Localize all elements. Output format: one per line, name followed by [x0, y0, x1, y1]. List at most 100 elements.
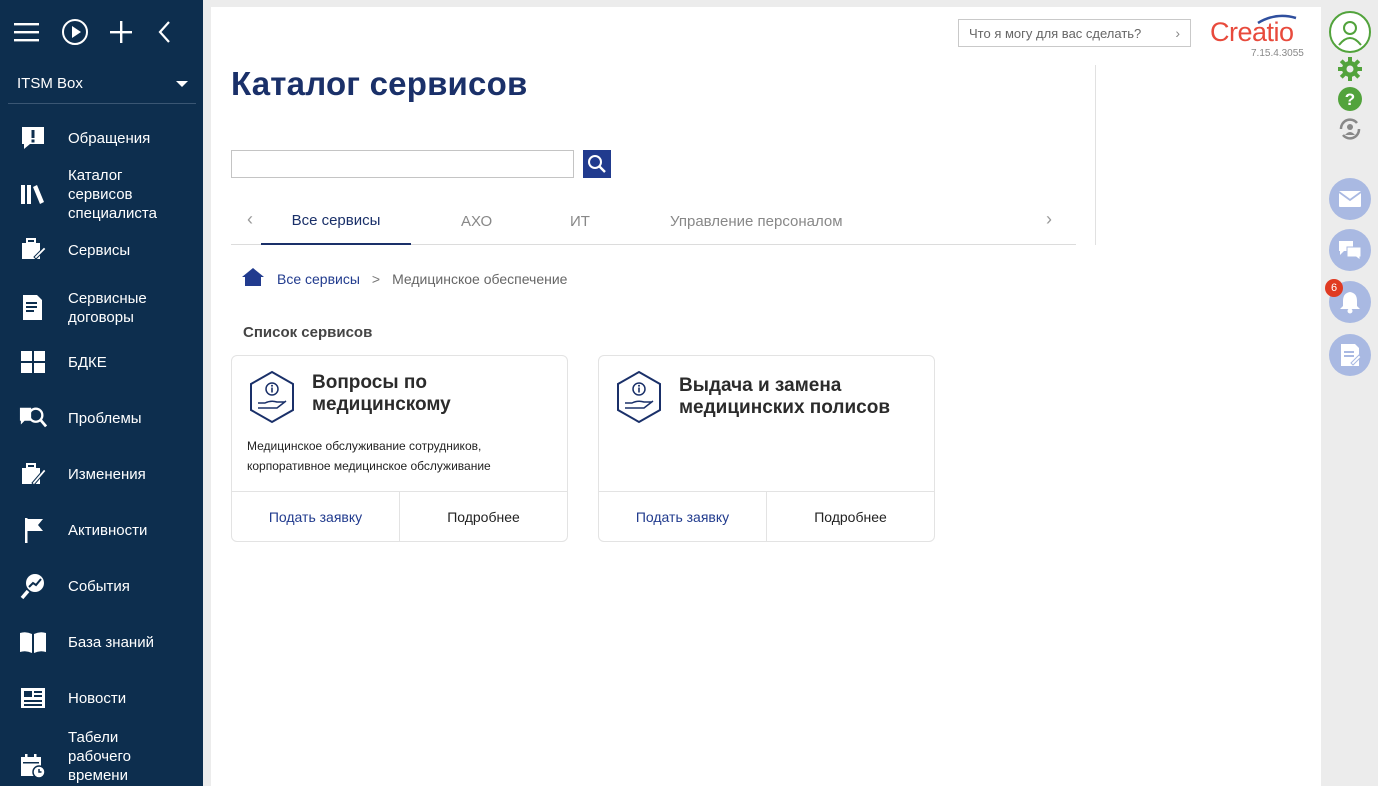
tab-it[interactable]: ИТ: [570, 197, 590, 245]
nav-item-events[interactable]: События: [0, 568, 203, 604]
command-line[interactable]: Что я могу для вас сделать? ›: [958, 19, 1191, 47]
bell-icon: [1340, 292, 1360, 314]
feed-button[interactable]: [1329, 334, 1371, 376]
workspace-label: ITSM Box: [17, 75, 83, 92]
tab-label: ИТ: [570, 212, 590, 230]
version-label: 7.15.4.3055: [1251, 48, 1304, 59]
nav-item-label: Изменения: [68, 465, 146, 483]
breadcrumb-current: Медицинское обеспечение: [392, 270, 568, 287]
flag-icon: [19, 516, 47, 544]
cmdb-icon: [19, 348, 47, 376]
nav-item-label: Новости: [68, 689, 127, 707]
nav-topbar: [0, 0, 203, 64]
tab-label: АХО: [461, 212, 493, 230]
service-icon: [19, 236, 47, 264]
nav-item-problems[interactable]: Проблемы: [0, 400, 203, 436]
nav-item-label: Сервисные договоры: [68, 290, 147, 326]
card-description: Медицинское обслуживание сотрудников, ко…: [247, 439, 491, 473]
tab-label: Все сервисы: [291, 211, 381, 229]
profile-icon: [1338, 21, 1362, 46]
nav-item-label: Проблемы: [68, 409, 142, 427]
details-button[interactable]: Подробнее: [400, 492, 567, 541]
nav-item-activities[interactable]: Активности: [0, 512, 203, 548]
nav-item-knowledge-base[interactable]: База знаний: [0, 624, 203, 660]
tab-hr[interactable]: Управление персоналом: [670, 197, 843, 245]
nav-item-catalog[interactable]: Каталог сервисов специалиста: [0, 165, 203, 223]
chevron-left-icon[interactable]: [156, 12, 203, 52]
category-tabs: ‹ Все сервисы АХО ИТ Управление персонал…: [231, 197, 1076, 245]
card-title: Вопросы по медицинскому обеспечению: [312, 372, 451, 415]
exclamation-chat-icon: [19, 124, 47, 152]
nav-item-label: Обращения: [68, 129, 151, 147]
hamburger-icon[interactable]: [14, 12, 61, 52]
service-card[interactable]: Выдача и замена медицинских полисов Пода…: [598, 355, 935, 542]
tab-all-services[interactable]: Все сервисы: [261, 197, 411, 245]
nav-item-label: База знаний: [68, 633, 154, 651]
feed-icon: [1341, 344, 1361, 366]
details-button[interactable]: Подробнее: [767, 492, 934, 541]
events-icon: [19, 572, 47, 600]
nav-item-cmdb[interactable]: БДКЕ: [0, 344, 203, 380]
plus-icon[interactable]: [109, 12, 156, 52]
breadcrumb: Все сервисы > Медицинское обеспечение: [241, 267, 567, 290]
main-panel: Что я могу для вас сделать? › Creatio 7.…: [211, 7, 1321, 786]
book-icon: [19, 628, 47, 656]
card-footer: Подать заявку Подробнее: [232, 491, 567, 541]
command-line-placeholder: Что я могу для вас сделать?: [969, 25, 1142, 41]
chevron-right-icon[interactable]: ›: [1175, 25, 1180, 41]
nav-item-services[interactable]: Сервисы: [0, 232, 203, 268]
chevron-left-icon[interactable]: ‹: [247, 209, 253, 230]
search-button[interactable]: [583, 150, 611, 178]
nav-item-label: БДКЕ: [68, 353, 107, 371]
sync-button[interactable]: [1329, 108, 1371, 150]
svg-text:?: ?: [1345, 90, 1355, 109]
profile-button[interactable]: [1329, 11, 1371, 53]
email-icon: [1338, 191, 1362, 207]
change-icon: [19, 460, 47, 488]
problem-search-icon: [19, 404, 47, 432]
nav-item-timesheets[interactable]: Табели рабочего времени: [0, 726, 203, 786]
calendar-icon: [19, 752, 47, 780]
section-title: Список сервисов: [243, 324, 373, 341]
play-icon[interactable]: [61, 12, 108, 52]
chevron-right-icon[interactable]: ›: [1046, 209, 1052, 230]
vertical-divider: [1095, 65, 1096, 245]
logo-swoosh-icon: [1257, 14, 1297, 24]
card-title: Выдача и замена медицинских полисов: [679, 375, 891, 418]
nav-item-label: Табели рабочего времени: [68, 728, 131, 784]
service-card[interactable]: Вопросы по медицинскому обеспечению Меди…: [231, 355, 568, 542]
nav-item-requests[interactable]: Обращения: [0, 120, 203, 156]
workspace-select[interactable]: ITSM Box: [8, 64, 196, 104]
submit-request-button[interactable]: Подать заявку: [599, 492, 767, 541]
breadcrumb-root-link[interactable]: Все сервисы: [277, 271, 360, 287]
submit-request-button[interactable]: Подать заявку: [232, 492, 400, 541]
books-icon: [19, 180, 47, 208]
nav-item-label: Каталог сервисов специалиста: [68, 166, 157, 222]
chat-button[interactable]: [1329, 229, 1371, 271]
nav-item-label: Активности: [68, 521, 148, 539]
page-title: Каталог сервисов: [231, 65, 528, 102]
home-icon[interactable]: [241, 267, 265, 290]
news-icon: [19, 684, 47, 712]
email-button[interactable]: [1329, 178, 1371, 220]
notification-count-badge: 6: [1325, 279, 1343, 297]
chat-icon: [1339, 241, 1362, 261]
creatio-logo: Creatio 7.15.4.3055: [1210, 14, 1305, 59]
contract-icon: [19, 294, 47, 322]
search-icon: [588, 155, 606, 173]
breadcrumb-separator: >: [371, 270, 381, 287]
tab-label: Управление персоналом: [670, 212, 843, 230]
tab-aho[interactable]: АХО: [461, 197, 492, 245]
nav-item-contracts[interactable]: Сервисные договоры: [0, 288, 203, 328]
chevron-down-icon: [176, 80, 188, 87]
sync-icon: [1339, 118, 1361, 140]
left-nav-panel: ITSM Box Обращения Каталог сервисов спец…: [0, 0, 203, 786]
info-hand-icon: [250, 370, 294, 424]
search-input[interactable]: [231, 150, 574, 178]
right-rail: ? 6: [1321, 0, 1378, 786]
nav-item-changes[interactable]: Изменения: [0, 456, 203, 492]
card-footer: Подать заявку Подробнее: [599, 491, 934, 541]
nav-item-label: События: [68, 577, 130, 595]
nav-item-news[interactable]: Новости: [0, 680, 203, 716]
nav-item-label: Сервисы: [68, 241, 131, 259]
